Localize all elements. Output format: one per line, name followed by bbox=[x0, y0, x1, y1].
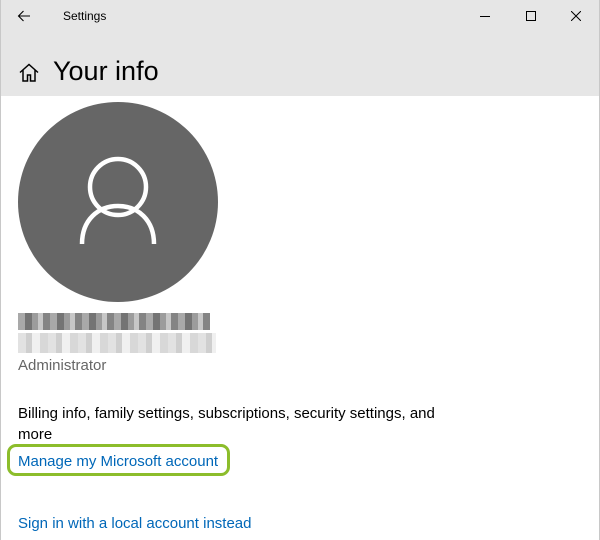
back-button[interactable] bbox=[1, 0, 47, 32]
user-email bbox=[18, 333, 216, 353]
maximize-icon bbox=[526, 11, 536, 21]
page-header: Your info bbox=[1, 32, 599, 96]
avatar bbox=[18, 102, 218, 302]
window-title: Settings bbox=[63, 9, 107, 23]
settings-window: Settings Your info Administrator Billing… bbox=[0, 0, 600, 540]
minimize-icon bbox=[480, 16, 490, 17]
user-name bbox=[18, 313, 210, 330]
minimize-button[interactable] bbox=[462, 0, 508, 32]
close-button[interactable] bbox=[553, 0, 599, 32]
maximize-button[interactable] bbox=[508, 0, 554, 32]
user-role: Administrator bbox=[18, 357, 107, 374]
close-icon bbox=[571, 11, 581, 21]
person-icon bbox=[79, 156, 157, 245]
page-title: Your info bbox=[53, 56, 159, 86]
title-bar: Settings bbox=[1, 0, 599, 32]
sign-in-local-account-link[interactable]: Sign in with a local account instead bbox=[18, 514, 251, 534]
manage-microsoft-account-link[interactable]: Manage my Microsoft account bbox=[18, 452, 218, 472]
account-description: Billing info, family settings, subscript… bbox=[18, 405, 435, 443]
back-arrow-icon bbox=[17, 10, 30, 22]
home-icon[interactable] bbox=[17, 61, 41, 85]
